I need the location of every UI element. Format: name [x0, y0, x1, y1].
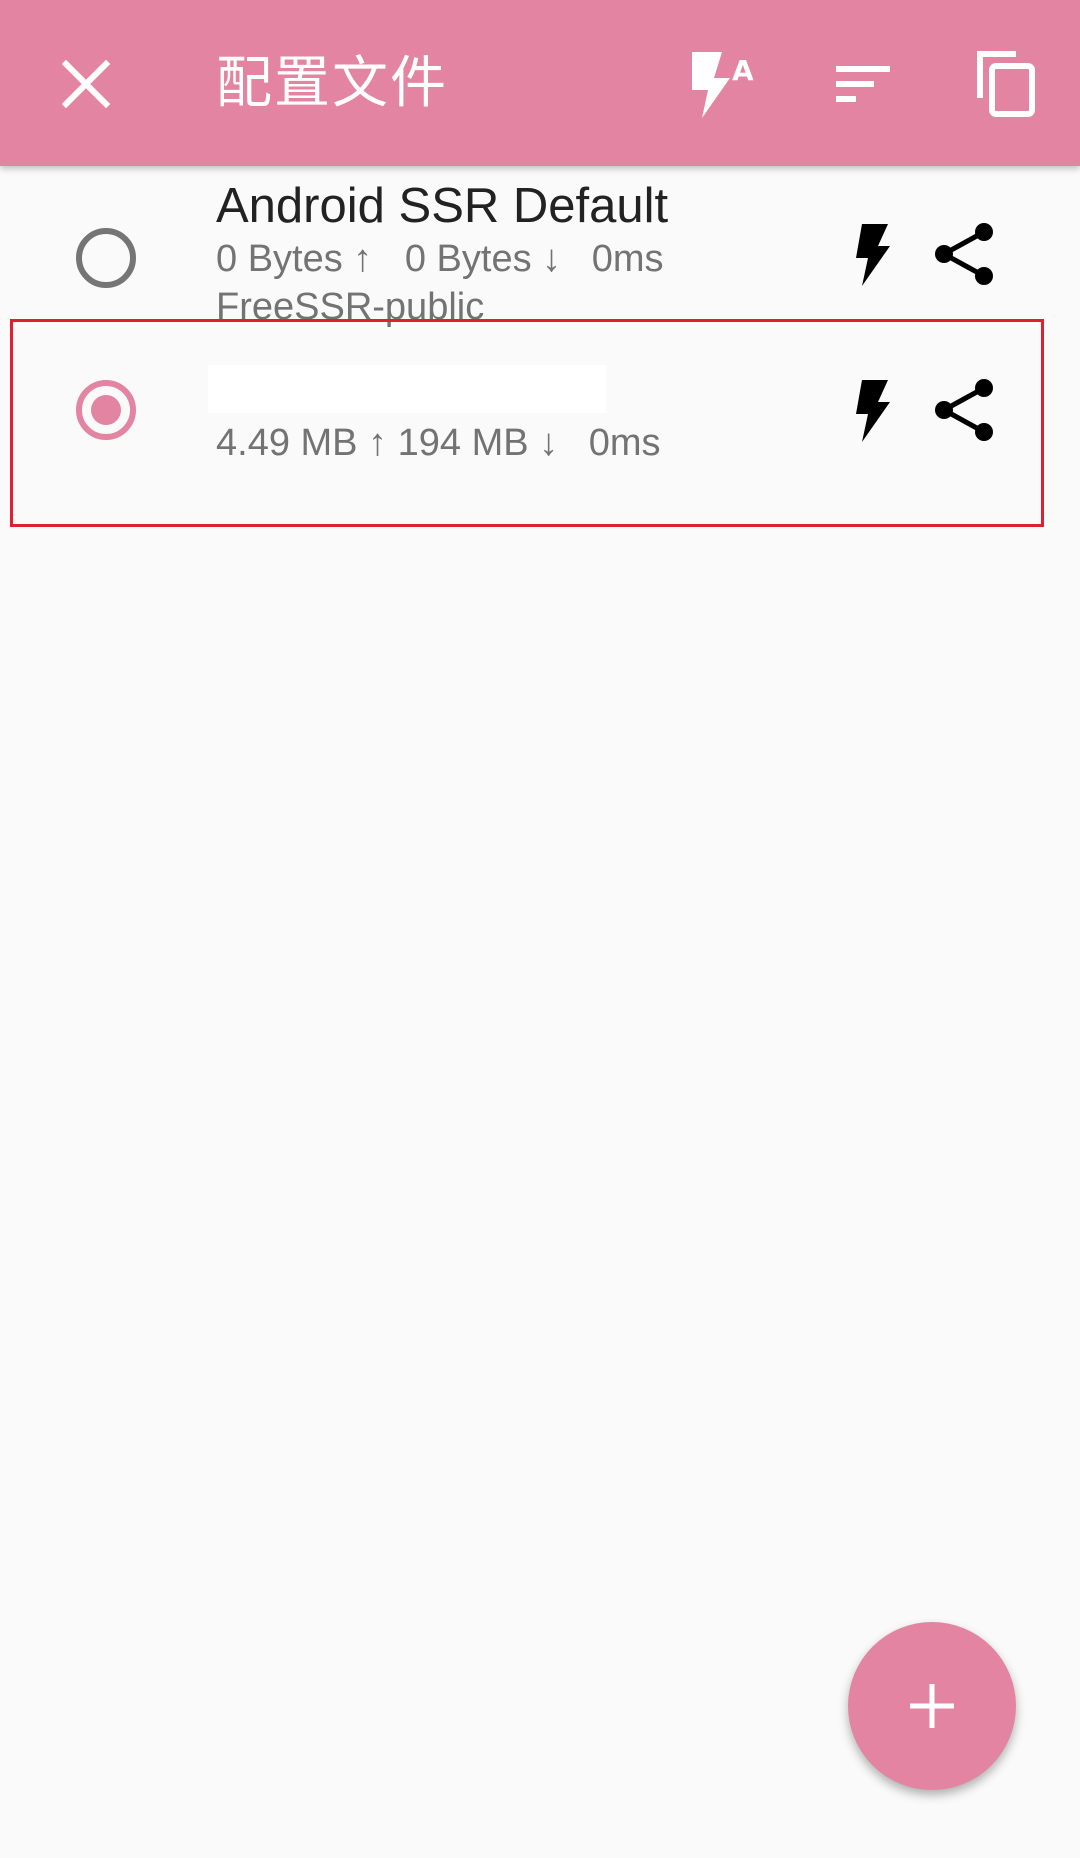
plus-icon: [910, 1684, 954, 1728]
page-title: 配置文件: [216, 51, 448, 116]
share-icon[interactable]: [932, 222, 996, 286]
latency: 0ms: [591, 238, 664, 280]
profile-stats: 0 Bytes ↑ 0 Bytes ↓ 0ms: [216, 238, 664, 281]
radio-unselected-icon[interactable]: [74, 226, 138, 290]
download-bytes: 0 Bytes: [404, 238, 532, 280]
test-latency-icon[interactable]: [840, 222, 904, 286]
profile-name: Android SSR Default: [216, 179, 669, 233]
copy-icon[interactable]: [974, 48, 1038, 120]
upload-arrow: ↑: [353, 238, 373, 280]
add-profile-button[interactable]: [848, 1622, 1016, 1790]
sort-icon[interactable]: [834, 60, 894, 108]
highlight-box: [10, 319, 1044, 527]
close-icon[interactable]: [56, 54, 116, 114]
download-arrow: ↓: [542, 238, 562, 280]
app-bar: 配置文件 A: [0, 0, 1080, 166]
svg-text:A: A: [732, 54, 754, 87]
flash-auto-icon[interactable]: A: [684, 48, 774, 120]
profile-item[interactable]: Android SSR Default 0 Bytes ↑ 0 Bytes ↓ …: [0, 166, 1080, 328]
upload-bytes: 0 Bytes: [216, 238, 343, 280]
